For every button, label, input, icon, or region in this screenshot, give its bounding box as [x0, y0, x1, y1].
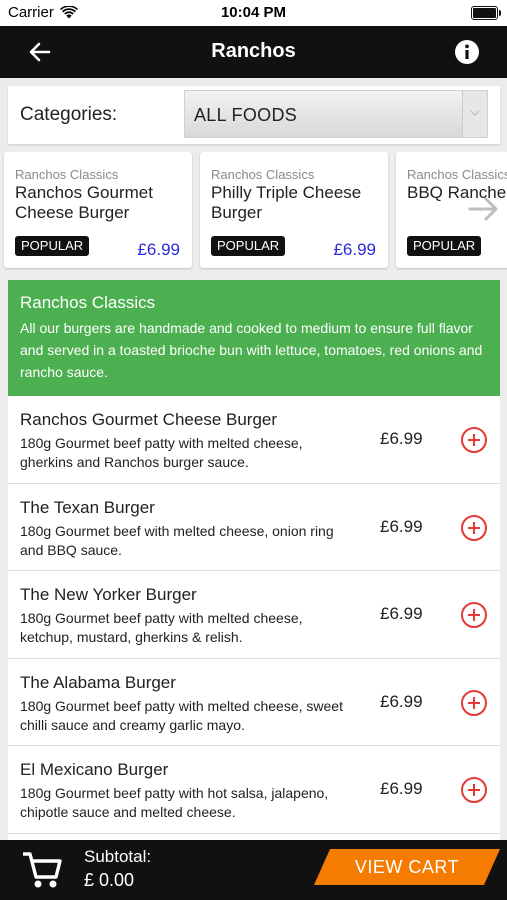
add-circle-icon[interactable] [460, 514, 488, 542]
menu-item-description: 180g Gourmet beef patty with hot salsa, … [20, 785, 329, 820]
featured-card-category: Ranchos Classics [407, 167, 507, 182]
popular-badge: POPULAR [407, 236, 482, 256]
info-icon[interactable] [454, 39, 480, 65]
battery-icon [471, 6, 501, 20]
menu-item-name: El Mexicano Burger [20, 760, 169, 779]
menu-item-name: The Alabama Burger [20, 672, 176, 692]
featured-card-price: £6.99 [333, 240, 376, 259]
carousel-next-arrow-icon[interactable] [467, 192, 501, 226]
categories-label: Categories: [20, 104, 118, 125]
featured-card-name: Ranchos Gourmet Cheese Burger [15, 183, 153, 222]
menu-item-price: £6.99 [380, 691, 423, 711]
status-bar: Carrier 10:04 PM [0, 0, 507, 26]
menu-item-price: £6.99 [380, 429, 423, 448]
view-cart-label: VIEW CART [354, 857, 460, 877]
menu-item-name: The Texan Burger [20, 497, 155, 517]
add-circle-icon[interactable] [460, 426, 488, 454]
categories-bar: Categories: ALL FOODS [8, 86, 500, 144]
section-header: Ranchos Classics All our burgers are han… [8, 280, 500, 396]
shopping-cart-icon [23, 852, 62, 888]
featured-card[interactable]: Ranchos Classics Philly Triple Cheese Bu… [200, 152, 388, 268]
popular-badge: POPULAR [211, 236, 286, 256]
menu-list[interactable]: Ranchos Classics All our burgers are han… [8, 280, 500, 840]
featured-carousel[interactable]: Ranchos Classics Ranchos Gourmet Cheese … [0, 152, 507, 270]
menu-item[interactable]: The Alabama Burger 180g Gourmet beef pat… [8, 659, 500, 746]
featured-card-name: Philly Triple Cheese Burger [211, 183, 362, 222]
nav-bar: Ranchos [0, 26, 507, 78]
menu-item-name: The New Yorker Burger [20, 585, 197, 604]
menu-item[interactable]: The Texan Burger 180g Gourmet beef with … [8, 484, 500, 571]
featured-card-category: Ranchos Classics [15, 167, 119, 182]
status-time: 10:04 PM [220, 4, 287, 21]
menu-item-description: 180g Gourmet beef patty with melted chee… [20, 697, 343, 733]
category-select[interactable]: ALL FOODS [184, 90, 488, 138]
menu-item-description: 180g Gourmet beef with melted cheese, on… [20, 522, 334, 558]
menu-item-price: £6.99 [380, 604, 423, 623]
menu-item[interactable]: Ranchos Gourmet Cheese Burger 180g Gourm… [8, 396, 500, 484]
menu-item[interactable]: The New Yorker Burger 180g Gourmet beef … [8, 571, 500, 659]
menu-item-price: £6.99 [380, 516, 423, 536]
featured-card[interactable]: Ranchos Classics Ranchos Gourmet Cheese … [4, 152, 192, 268]
add-circle-icon[interactable] [460, 776, 488, 804]
menu-item-name: Ranchos Gourmet Cheese Burger [20, 410, 278, 429]
featured-card-price: £6.99 [137, 240, 180, 259]
subtotal-value: £ 0.00 [84, 870, 135, 890]
page-title: Ranchos [211, 40, 296, 62]
category-selected-value: ALL FOODS [194, 105, 298, 125]
section-description: All our burgers are handmade and cooked … [20, 320, 483, 380]
menu-item-price: £6.99 [380, 779, 423, 798]
bottom-cart-bar: Subtotal: £ 0.00 VIEW CART [0, 840, 507, 900]
menu-item-description: 180g Gourmet beef patty with melted chee… [20, 610, 303, 645]
section-title: Ranchos Classics [20, 293, 156, 312]
view-cart-button[interactable]: VIEW CART [313, 849, 501, 885]
featured-card-category: Ranchos Classics [211, 167, 315, 182]
subtotal-label: Subtotal: [84, 847, 152, 866]
chevron-down-icon [462, 91, 487, 137]
popular-badge: POPULAR [15, 236, 90, 256]
menu-item[interactable]: El Mexicano Burger 180g Gourmet beef pat… [8, 746, 500, 834]
add-circle-icon[interactable] [460, 601, 488, 629]
menu-item-description: 180g Gourmet beef patty with melted chee… [20, 435, 303, 470]
add-circle-icon[interactable] [460, 689, 488, 717]
